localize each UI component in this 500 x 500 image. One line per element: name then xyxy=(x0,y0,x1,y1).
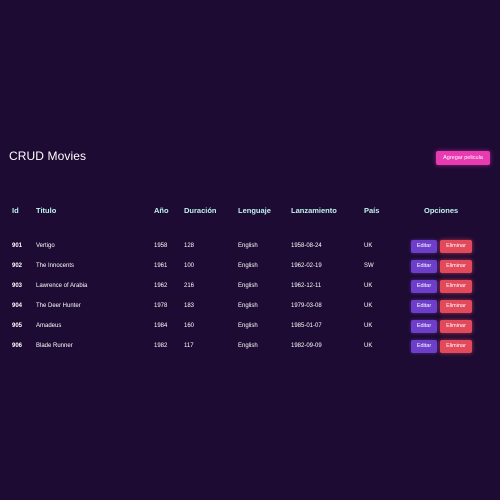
delete-button[interactable]: Eliminar xyxy=(440,280,472,293)
delete-button[interactable]: Eliminar xyxy=(440,320,472,333)
edit-button[interactable]: Editar xyxy=(411,340,437,353)
table-row: 905 Amadeus 1984 160 English 1985-01-07 … xyxy=(0,320,500,340)
delete-button[interactable]: Eliminar xyxy=(440,340,472,353)
column-header-duration: Duración xyxy=(184,206,217,215)
edit-button[interactable]: Editar xyxy=(411,280,437,293)
cell-country: UK xyxy=(364,243,373,249)
cell-duration: 128 xyxy=(184,243,195,249)
page-title: CRUD Movies xyxy=(9,149,87,163)
cell-duration: 216 xyxy=(184,283,195,289)
cell-country: SW xyxy=(364,263,374,269)
cell-year: 1962 xyxy=(154,283,168,289)
cell-language: English xyxy=(238,283,258,289)
table-row: 902 The Innocents 1961 100 English 1962-… xyxy=(0,260,500,280)
edit-button[interactable]: Editar xyxy=(411,260,437,273)
edit-button[interactable]: Editar xyxy=(411,320,437,333)
cell-title: The Deer Hunter xyxy=(36,303,81,309)
cell-country: UK xyxy=(364,343,373,349)
cell-id: 901 xyxy=(12,243,23,249)
table-row: 901 Vertigo 1958 128 English 1958-08-24 … xyxy=(0,240,500,260)
cell-id: 905 xyxy=(12,323,23,329)
delete-button[interactable]: Eliminar xyxy=(440,300,472,313)
cell-id: 904 xyxy=(12,303,23,309)
cell-id: 903 xyxy=(12,283,23,289)
edit-button[interactable]: Editar xyxy=(411,300,437,313)
table-row: 904 The Deer Hunter 1978 183 English 197… xyxy=(0,300,500,320)
column-header-year: Año xyxy=(154,206,169,215)
cell-release: 1979-03-08 xyxy=(291,303,322,309)
cell-language: English xyxy=(238,263,258,269)
cell-year: 1982 xyxy=(154,343,168,349)
cell-year: 1958 xyxy=(154,243,168,249)
column-header-title: Titulo xyxy=(36,206,57,215)
page: CRUD Movies Agregar pelicula Id Titulo A… xyxy=(0,0,500,500)
delete-button[interactable]: Eliminar xyxy=(440,240,472,253)
column-header-options: Opciones xyxy=(424,206,459,215)
table-row: 903 Lawrence of Arabia 1962 216 English … xyxy=(0,280,500,300)
cell-release: 1982-09-09 xyxy=(291,343,322,349)
cell-id: 906 xyxy=(12,343,23,349)
column-header-release: Lanzamiento xyxy=(291,206,337,215)
cell-language: English xyxy=(238,243,258,249)
column-header-id: Id xyxy=(12,206,19,215)
column-header-country: País xyxy=(364,206,380,215)
cell-year: 1961 xyxy=(154,263,168,269)
delete-button[interactable]: Eliminar xyxy=(440,260,472,273)
cell-release: 1962-12-11 xyxy=(291,283,322,289)
edit-button[interactable]: Editar xyxy=(411,240,437,253)
cell-year: 1978 xyxy=(154,303,168,309)
cell-title: Vertigo xyxy=(36,243,55,249)
add-movie-button[interactable]: Agregar pelicula xyxy=(436,151,490,165)
cell-country: UK xyxy=(364,303,373,309)
cell-release: 1958-08-24 xyxy=(291,243,322,249)
cell-duration: 100 xyxy=(184,263,195,269)
cell-language: English xyxy=(238,303,258,309)
cell-country: UK xyxy=(364,283,373,289)
table-row: 906 Blade Runner 1982 117 English 1982-0… xyxy=(0,340,500,360)
cell-duration: 117 xyxy=(184,343,194,349)
cell-title: The Innocents xyxy=(36,263,75,269)
column-header-language: Lenguaje xyxy=(238,206,271,215)
cell-duration: 183 xyxy=(184,303,195,309)
cell-release: 1962-02-19 xyxy=(291,263,322,269)
cell-duration: 160 xyxy=(184,323,195,329)
cell-language: English xyxy=(238,343,258,349)
cell-language: English xyxy=(238,323,258,329)
cell-country: UK xyxy=(364,323,373,329)
cell-title: Blade Runner xyxy=(36,343,73,349)
cell-release: 1985-01-07 xyxy=(291,323,322,329)
cell-id: 902 xyxy=(12,263,23,269)
cell-title: Lawrence of Arabia xyxy=(36,283,88,289)
cell-year: 1984 xyxy=(154,323,168,329)
cell-title: Amadeus xyxy=(36,323,62,329)
